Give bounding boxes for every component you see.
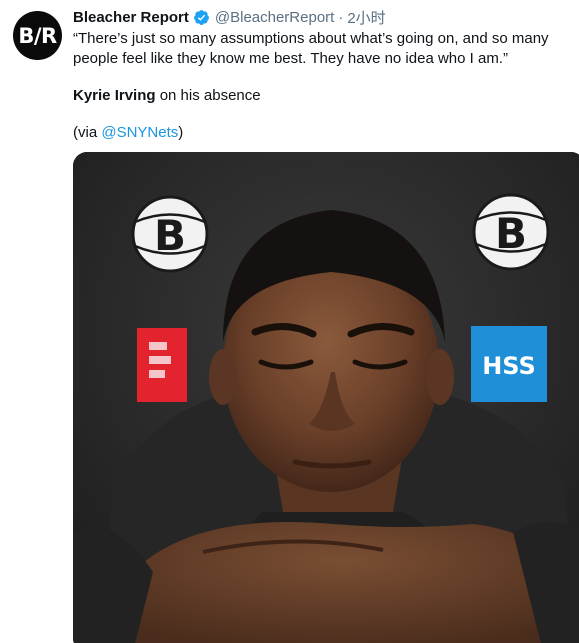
sponsor-text: HSS: [482, 352, 536, 380]
sponsor-panel-left: [137, 328, 187, 402]
verified-badge-icon: [193, 9, 209, 25]
tweet-attribution: Kyrie Irving on his absence: [73, 86, 563, 106]
tweet-video[interactable]: B B HSS: [73, 152, 579, 643]
via-suffix: ): [178, 124, 184, 141]
video-frame: B B HSS: [73, 152, 579, 643]
avatar[interactable]: B/R: [13, 11, 62, 60]
tweet-text: “There’s just so many assumptions about …: [73, 29, 563, 143]
tweet-timestamp[interactable]: 2小时: [347, 7, 385, 28]
separator-dot: ·: [338, 8, 344, 26]
account-handle[interactable]: @BleacherReport: [215, 9, 334, 26]
nets-logo-left: B: [131, 195, 209, 273]
tweet-source: (via @SNYNets): [73, 123, 563, 143]
tweet-quote: “There’s just so many assumptions about …: [73, 30, 549, 67]
tweet[interactable]: B/R Bleacher Report @BleacherReport · 2小…: [0, 0, 579, 643]
via-mention-link[interactable]: @SNYNets: [101, 124, 178, 141]
tweet-content: Bleacher Report @BleacherReport · 2小时 “T…: [73, 6, 579, 143]
nets-logo-right: B: [472, 193, 550, 271]
via-prefix: (via: [73, 124, 102, 141]
account-name[interactable]: Bleacher Report: [73, 9, 189, 26]
speaker-context: on his absence: [155, 87, 261, 104]
nets-logo-letter-left: B: [154, 211, 186, 260]
avatar-logo-text: B/R: [18, 23, 57, 48]
tweet-header: Bleacher Report @BleacherReport · 2小时: [73, 6, 579, 28]
speaker-name: Kyrie Irving: [73, 87, 156, 104]
nets-logo-letter-right: B: [495, 209, 527, 258]
